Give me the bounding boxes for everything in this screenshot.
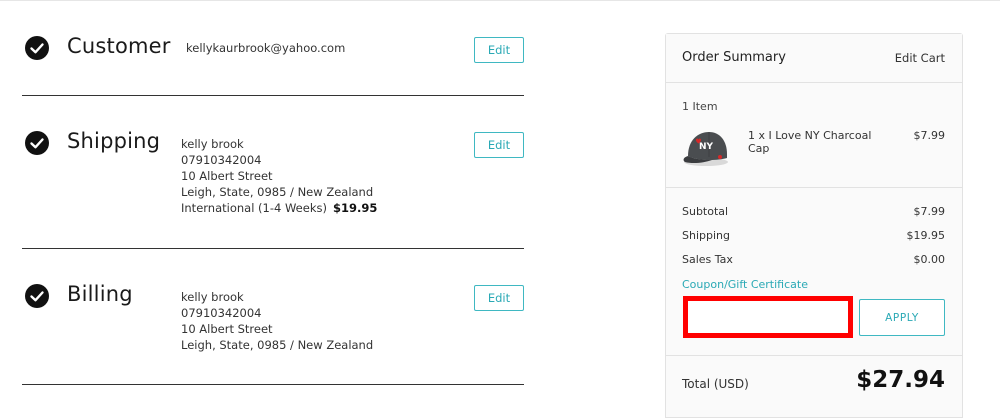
item-name: 1 x I Love NY Charcoal Cap <box>748 129 872 155</box>
shipping-step-title: Shipping <box>67 129 161 153</box>
step-divider <box>22 384 524 385</box>
item-price: $7.99 <box>913 129 946 142</box>
edit-cart-link[interactable]: Edit Cart <box>895 51 945 65</box>
billing-edit-button[interactable]: Edit <box>474 285 524 311</box>
shipping-street: 10 Albert Street <box>181 169 273 183</box>
order-summary-title: Order Summary <box>682 50 786 65</box>
shipping-method-price: $19.95 <box>332 201 378 215</box>
shipping-city-line: Leigh, State, 0985 / New Zealand <box>181 185 374 199</box>
billing-phone: 07910342004 <box>181 306 262 320</box>
top-divider <box>0 0 1000 1</box>
shipping-method-name: International (1-4 Weeks) <box>181 201 327 215</box>
summary-divider <box>666 187 962 188</box>
coupon-code-input[interactable] <box>683 296 853 338</box>
shipping-method: International (1-4 Weeks) $19.95 <box>181 200 377 216</box>
shipping-label: Shipping <box>682 229 730 242</box>
step-divider <box>22 95 524 96</box>
apply-coupon-button[interactable]: APPLY <box>859 299 945 336</box>
shipping-address: kelly brook 07910342004 10 Albert Street… <box>181 136 377 216</box>
coupon-gift-certificate-link[interactable]: Coupon/Gift Certificate <box>682 278 808 291</box>
order-summary-panel: Order Summary Edit Cart 1 Item NY 1 x I … <box>665 33 963 418</box>
cap-product-image: NY <box>682 126 732 170</box>
checkmark-icon <box>25 36 49 60</box>
subtotal-value: $7.99 <box>913 205 946 218</box>
order-summary-header: Order Summary Edit Cart <box>666 34 962 83</box>
billing-street: 10 Albert Street <box>181 322 273 336</box>
item-count: 1 Item <box>682 100 718 113</box>
total-value: $27.94 <box>856 367 945 393</box>
sales-tax-label: Sales Tax <box>682 253 733 266</box>
sales-tax-value: $0.00 <box>913 253 946 266</box>
checkmark-icon <box>25 131 49 155</box>
shipping-name: kelly brook <box>181 137 244 151</box>
step-divider <box>22 248 524 249</box>
checkmark-icon <box>25 284 49 308</box>
shipping-phone: 07910342004 <box>181 153 262 167</box>
billing-name: kelly brook <box>181 290 244 304</box>
shipping-value: $19.95 <box>906 229 946 242</box>
billing-city-line: Leigh, State, 0985 / New Zealand <box>181 338 374 352</box>
customer-email: kellykaurbrook@yahoo.com <box>186 41 346 55</box>
customer-step-title: Customer <box>67 34 171 58</box>
billing-step-title: Billing <box>67 282 133 306</box>
summary-divider <box>666 355 962 356</box>
shipping-edit-button[interactable]: Edit <box>474 132 524 158</box>
customer-edit-button[interactable]: Edit <box>474 37 524 63</box>
subtotal-label: Subtotal <box>682 205 729 218</box>
total-label: Total (USD) <box>682 377 749 391</box>
svg-text:NY: NY <box>699 142 714 152</box>
billing-address: kelly brook 07910342004 10 Albert Street… <box>181 289 373 353</box>
